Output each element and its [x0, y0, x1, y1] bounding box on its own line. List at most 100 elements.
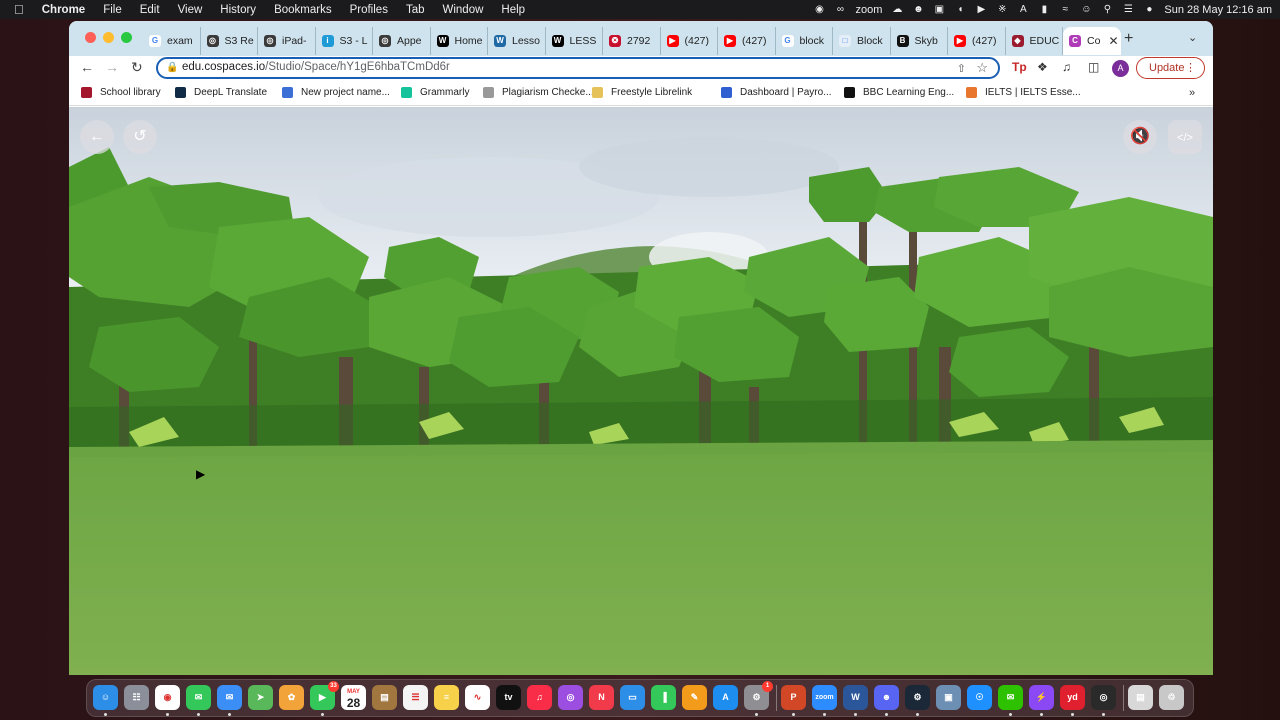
tab-11[interactable]: Gblock: [776, 27, 833, 55]
tab-8[interactable]: ❂ 2792: [603, 27, 661, 55]
extensions-puzzle-icon[interactable]: ❖: [1037, 60, 1048, 74]
finder-icon[interactable]: ☺: [93, 685, 118, 710]
media-control-icon[interactable]: ♫: [1062, 60, 1071, 74]
safari-icon[interactable]: ☉: [967, 685, 992, 710]
clock[interactable]: Sun 28 May 12:16 am: [1164, 4, 1272, 16]
podcasts-icon[interactable]: ◎: [558, 685, 583, 710]
bookmark-grammarly[interactable]: Grammarly: [401, 87, 469, 98]
new-tab-icon[interactable]: +: [1124, 30, 1133, 48]
lock-icon[interactable]: 🔒: [166, 62, 178, 73]
tab-3[interactable]: i S3 - L: [316, 27, 373, 55]
creative-cloud-icon[interactable]: ∞: [834, 4, 846, 16]
tab-14[interactable]: ▶ (427): [948, 27, 1006, 55]
side-panel-icon[interactable]: ◫: [1088, 60, 1099, 74]
menu-profiles[interactable]: Profiles: [350, 4, 388, 16]
close-tab-icon[interactable]: ✕: [1108, 34, 1118, 48]
reminders-icon[interactable]: ☰: [403, 685, 428, 710]
messenger-icon[interactable]: ⚡: [1029, 685, 1054, 710]
scene-code-button[interactable]: </>: [1168, 120, 1202, 154]
play-icon[interactable]: ▶: [975, 4, 987, 16]
bookmarks-overflow-icon[interactable]: »: [1189, 87, 1195, 99]
cloud-icon[interactable]: ☁: [891, 4, 903, 16]
apple-icon[interactable]: : [14, 2, 24, 17]
zoom-window-button[interactable]: [121, 32, 132, 43]
tab-16[interactable]: C Co ✕: [1063, 27, 1121, 55]
menu-bookmarks[interactable]: Bookmarks: [274, 4, 332, 16]
wechat-icon[interactable]: ☻: [912, 4, 924, 16]
bookmark-ielts[interactable]: IELTS | IELTS Esse...: [966, 87, 1081, 98]
user-icon[interactable]: ☺: [1080, 4, 1092, 16]
url-text[interactable]: edu.cospaces.io/Studio/Space/hY1gE6hbaTC…: [182, 61, 450, 73]
keynote-icon[interactable]: ▭: [620, 685, 645, 710]
discord-icon[interactable]: ☻: [874, 685, 899, 710]
bookmark-dashboard[interactable]: Dashboard | Payro...: [721, 87, 832, 98]
chrome-icon[interactable]: ◉: [155, 685, 180, 710]
music-icon[interactable]: ♫: [527, 685, 552, 710]
messages-icon[interactable]: ✉: [186, 685, 211, 710]
bookmark-star-icon[interactable]: ☆: [976, 60, 988, 76]
tab-1[interactable]: ◎ S3 Re: [201, 27, 258, 55]
forward-arrow-icon[interactable]: →: [105, 59, 119, 75]
more-menu-icon[interactable]: ⋮: [1185, 58, 1196, 78]
photos-icon[interactable]: ✿: [279, 685, 304, 710]
mail-icon[interactable]: ✉: [217, 685, 242, 710]
menu-window[interactable]: Window: [443, 4, 484, 16]
control-center-icon[interactable]: ☰: [1122, 4, 1134, 16]
bookmark-bbc[interactable]: BBC Learning Eng...: [844, 87, 954, 98]
notes-icon[interactable]: ≡: [434, 685, 459, 710]
tab-search-chevron-icon[interactable]: ⌄: [1188, 31, 1197, 44]
back-arrow-icon[interactable]: ←: [80, 59, 94, 75]
tab-13[interactable]: B Skyb: [891, 27, 948, 55]
grammarly-icon[interactable]: ◖: [954, 4, 966, 16]
menu-tab[interactable]: Tab: [406, 4, 425, 16]
news-icon[interactable]: N: [589, 685, 614, 710]
input-source-icon[interactable]: A: [1017, 4, 1029, 16]
profile-avatar[interactable]: A: [1112, 60, 1129, 77]
record-icon[interactable]: ◉: [813, 4, 825, 16]
notes-brown-icon[interactable]: ▤: [372, 685, 397, 710]
cospaces-3d-scene[interactable]: ← ↺ 🔇 </> ▶: [69, 107, 1213, 675]
menu-app-name[interactable]: Chrome: [42, 4, 85, 16]
wechat-icon[interactable]: ✉: [998, 685, 1023, 710]
update-button[interactable]: Update ⋮: [1136, 57, 1205, 79]
calendar-icon[interactable]: MAY 28: [341, 685, 366, 710]
zoom-icon[interactable]: zoom: [812, 685, 837, 710]
battery-icon[interactable]: ▮: [1038, 4, 1050, 16]
tab-0[interactable]: Gexam: [143, 27, 201, 55]
reload-icon[interactable]: ↻: [131, 59, 143, 76]
tab-5[interactable]: W Home: [431, 27, 488, 55]
scene-mute-button[interactable]: 🔇: [1123, 120, 1157, 154]
youdao-icon[interactable]: ▣: [933, 4, 945, 16]
close-window-button[interactable]: [85, 32, 96, 43]
bookmark-deepl[interactable]: DeepL Translate: [175, 87, 267, 98]
launchpad-icon[interactable]: ☷: [124, 685, 149, 710]
app-store-icon[interactable]: A: [713, 685, 738, 710]
preview-icon[interactable]: ▣: [936, 685, 961, 710]
share-icon[interactable]: ⇧: [957, 62, 966, 75]
tab-7[interactable]: W LESS: [546, 27, 603, 55]
menu-file[interactable]: File: [103, 4, 122, 16]
scene-back-button[interactable]: ←: [80, 120, 114, 154]
spotlight-icon[interactable]: ⚲: [1101, 4, 1113, 16]
freeform-icon[interactable]: ∿: [465, 685, 490, 710]
wifi-icon[interactable]: ≈: [1059, 4, 1071, 16]
tab-2[interactable]: ◎ iPad-: [258, 27, 316, 55]
trash-icon[interactable]: ♲: [1159, 685, 1184, 710]
siri-icon[interactable]: ●: [1143, 4, 1155, 16]
menu-edit[interactable]: Edit: [140, 4, 160, 16]
extension-tp-icon[interactable]: Tp: [1012, 60, 1027, 74]
facetime-icon[interactable]: ▶ 33: [310, 681, 339, 710]
tab-10[interactable]: ▶ (427): [718, 27, 776, 55]
zoom-status-label[interactable]: zoom: [855, 4, 882, 16]
word-icon[interactable]: W: [843, 685, 868, 710]
bookmark-plagiarism[interactable]: Plagiarism Checke...: [483, 87, 594, 98]
tab-15[interactable]: ◆ EDUC: [1006, 27, 1063, 55]
menu-history[interactable]: History: [220, 4, 256, 16]
bookmark-new-project[interactable]: New project name...: [282, 87, 390, 98]
menu-help[interactable]: Help: [501, 4, 525, 16]
quicktime-icon[interactable]: ◎: [1091, 685, 1116, 710]
numbers-icon[interactable]: ▐: [651, 685, 676, 710]
bookmark-school-library[interactable]: School library: [81, 87, 161, 98]
menu-view[interactable]: View: [178, 4, 203, 16]
system-settings-icon[interactable]: ⚙ 1: [744, 681, 773, 710]
